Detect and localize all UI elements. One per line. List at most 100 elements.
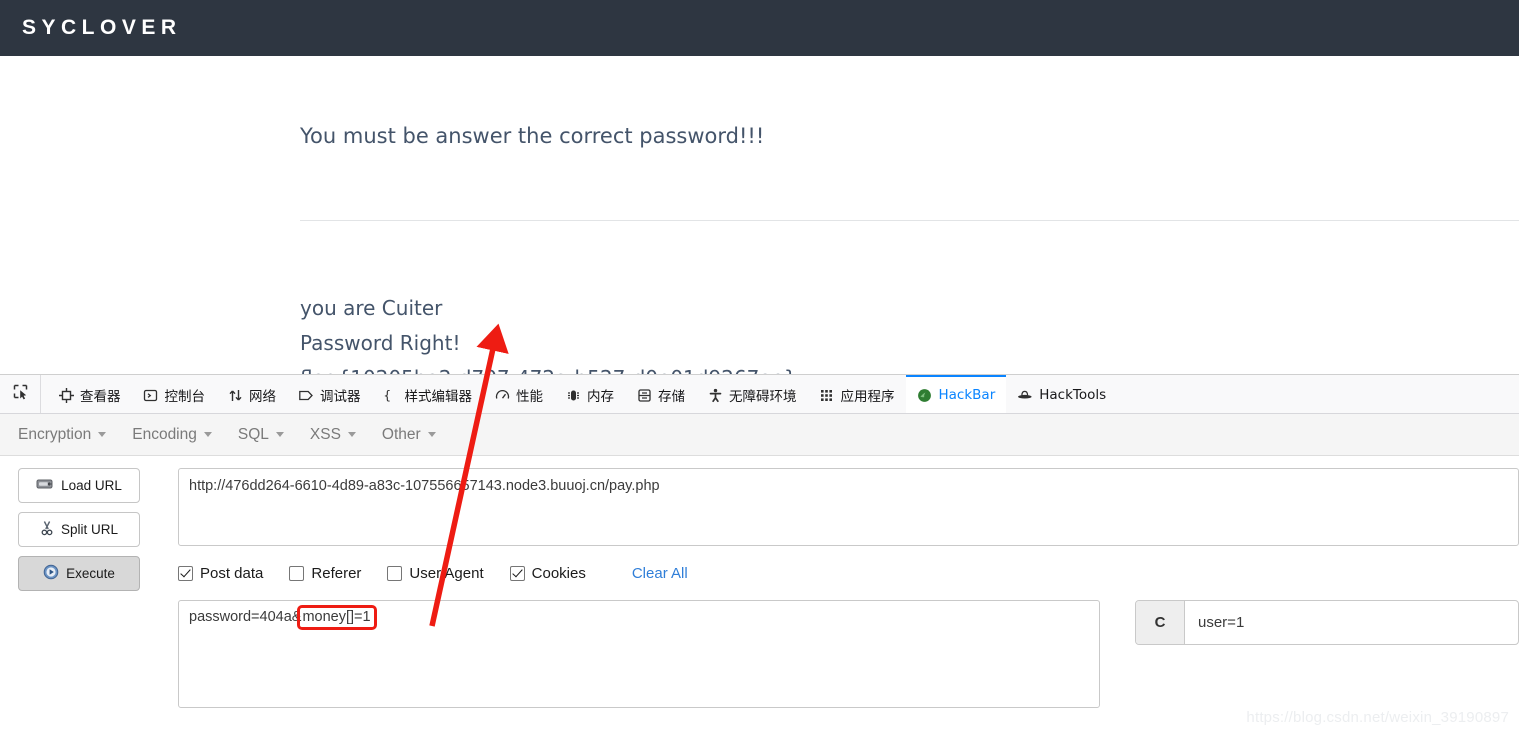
clear-all-link[interactable]: Clear All xyxy=(632,565,688,582)
devtools-tab-label: 无障碍环境 xyxy=(729,389,797,405)
inspector-icon xyxy=(58,387,74,403)
network-icon xyxy=(227,387,243,403)
devtools-tab-label: 网络 xyxy=(249,389,276,405)
menu-other[interactable]: Other xyxy=(382,426,436,444)
devtools-tab-hacktools[interactable]: HackTools xyxy=(1006,375,1117,413)
option-label: Post data xyxy=(200,564,264,582)
lead-message: You must be answer the correct password!… xyxy=(300,124,765,148)
devtools-tab-list: 查看器 控制台 网络 调试器 {样式编辑器 性能 内存 存储 无障碍环境 应用… xyxy=(41,375,1117,413)
devtools-tab-label: 内存 xyxy=(587,389,614,405)
horizontal-divider xyxy=(300,220,1519,221)
url-input[interactable]: http://476dd264-6610-4d89-a83c-107556657… xyxy=(178,468,1519,546)
chevron-down-icon xyxy=(203,432,212,437)
devtools-tab-accessibility[interactable]: 无障碍环境 xyxy=(696,375,808,413)
devtools-tab-label: 应用程序 xyxy=(840,389,895,405)
option-referer[interactable]: Referer xyxy=(289,565,361,582)
console-icon xyxy=(143,387,159,403)
devtools-tab-network[interactable]: 网络 xyxy=(216,375,287,413)
hackbar-panel: Encryption Encoding SQL XSS Other Load U… xyxy=(0,414,1519,732)
application-icon xyxy=(819,387,835,403)
chevron-down-icon xyxy=(98,432,107,437)
accessibility-icon xyxy=(707,387,723,403)
execute-icon xyxy=(43,564,59,583)
svg-text:{ }: { } xyxy=(383,388,399,403)
devtools-tab-console[interactable]: 控制台 xyxy=(132,375,217,413)
devtools-tab-performance[interactable]: 性能 xyxy=(483,375,554,413)
option-user-agent[interactable]: User Agent xyxy=(387,564,484,582)
hackbar-menubar: Encryption Encoding SQL XSS Other xyxy=(0,414,1519,456)
devtools-tab-storage[interactable]: 存储 xyxy=(625,375,696,413)
devtools-tab-hackbar[interactable]: HackBar xyxy=(905,375,1007,413)
referer-checkbox[interactable] xyxy=(289,565,305,581)
menu-label: XSS xyxy=(309,425,341,443)
devtools-tab-inspector[interactable]: 查看器 xyxy=(47,375,132,413)
user-agent-checkbox[interactable] xyxy=(387,565,403,581)
devtools-tab-label: 控制台 xyxy=(164,389,206,405)
post-data-checkbox[interactable] xyxy=(178,565,193,581)
option-label: User Agent xyxy=(409,564,484,582)
menu-label: Encryption xyxy=(18,425,92,443)
devtools-tab-label: 存储 xyxy=(658,389,685,405)
post-data-highlight: money[]=1 xyxy=(297,605,377,630)
devtools-tab-label: HackTools xyxy=(1039,387,1107,403)
page-body: You must be answer the correct password!… xyxy=(0,56,1519,390)
cookies-checkbox[interactable] xyxy=(509,565,525,581)
csdn-watermark: https://blog.csdn.net/weixin_39190897 xyxy=(1246,709,1509,726)
post-data-input[interactable]: password=404a&money[]=1 xyxy=(178,600,1100,708)
button-label: Execute xyxy=(66,566,115,581)
devtools-tab-label: 样式编辑器 xyxy=(404,389,473,405)
menu-xss[interactable]: XSS xyxy=(310,426,356,444)
split-url-button[interactable]: Split URL xyxy=(18,512,140,547)
menu-label: Other xyxy=(381,425,421,443)
menu-label: SQL xyxy=(237,425,269,443)
content-column: You must be answer the correct password!… xyxy=(300,56,1519,151)
payload-fields-row: password=404a&money[]=1 C user=1 xyxy=(178,596,1519,708)
option-label: Cookies xyxy=(531,564,586,582)
devtools-tab-label: HackBar xyxy=(938,387,996,403)
devtools-tab-application[interactable]: 应用程序 xyxy=(808,375,906,413)
option-cookies[interactable]: Cookies xyxy=(509,564,586,582)
chevron-down-icon xyxy=(275,432,284,437)
button-label: Load URL xyxy=(61,478,122,493)
chevron-down-icon xyxy=(347,432,356,437)
button-label: Split URL xyxy=(60,522,119,537)
hackbar-icon xyxy=(917,387,933,403)
option-post-data[interactable]: Post data xyxy=(178,565,263,582)
storage-icon xyxy=(636,387,652,403)
devtools-tab-label: 调试器 xyxy=(320,389,361,405)
performance-icon xyxy=(494,387,510,403)
option-label: Referer xyxy=(311,564,362,582)
menu-label: Encoding xyxy=(132,425,197,443)
chevron-down-icon xyxy=(427,432,436,437)
devtools-tab-style-editor[interactable]: { } 样式编辑器 xyxy=(372,375,484,413)
menu-encoding[interactable]: Encoding xyxy=(132,426,212,444)
element-picker-icon xyxy=(12,383,29,405)
devtools-tab-label: 查看器 xyxy=(80,389,121,405)
load-url-button[interactable]: Load URL xyxy=(18,468,140,503)
request-options-row: Post data Referer User Agent Cookies Cle… xyxy=(178,546,1519,596)
cookies-field[interactable]: C user=1 xyxy=(1135,600,1519,645)
cookies-input[interactable]: user=1 xyxy=(1185,601,1518,644)
hackbar-fields: http://476dd264-6610-4d89-a83c-107556657… xyxy=(178,468,1519,708)
split-url-icon xyxy=(40,520,54,539)
result-line-status: Password Right! xyxy=(300,331,461,355)
hacktools-icon xyxy=(1017,387,1033,403)
load-url-icon xyxy=(36,477,54,494)
devtools-tab-debugger[interactable]: 调试器 xyxy=(287,375,372,413)
result-line-user: you are Cuiter xyxy=(300,296,443,320)
devtools-toolbar: 查看器 控制台 网络 调试器 {样式编辑器 性能 内存 存储 无障碍环境 应用… xyxy=(0,375,1519,414)
devtools-tab-memory[interactable]: 内存 xyxy=(554,375,625,413)
post-data-prefix: password=404a& xyxy=(189,609,302,625)
menu-encryption[interactable]: Encryption xyxy=(18,425,107,444)
cookies-prefix-label: C xyxy=(1136,601,1185,644)
menu-sql[interactable]: SQL xyxy=(238,426,284,444)
site-brand: SYCLOVER xyxy=(22,16,182,39)
memory-icon xyxy=(565,387,581,403)
style-editor-icon: { } xyxy=(383,387,399,403)
devtools-panel: 查看器 控制台 网络 调试器 {样式编辑器 性能 内存 存储 无障碍环境 应用… xyxy=(0,374,1519,732)
execute-button[interactable]: Execute xyxy=(18,556,140,591)
devtools-tab-label: 性能 xyxy=(516,389,543,405)
site-header: SYCLOVER xyxy=(0,0,1519,56)
element-picker-button[interactable] xyxy=(0,375,41,413)
hackbar-body: Load URL Split URL Execute http://476dd2… xyxy=(0,456,1519,708)
